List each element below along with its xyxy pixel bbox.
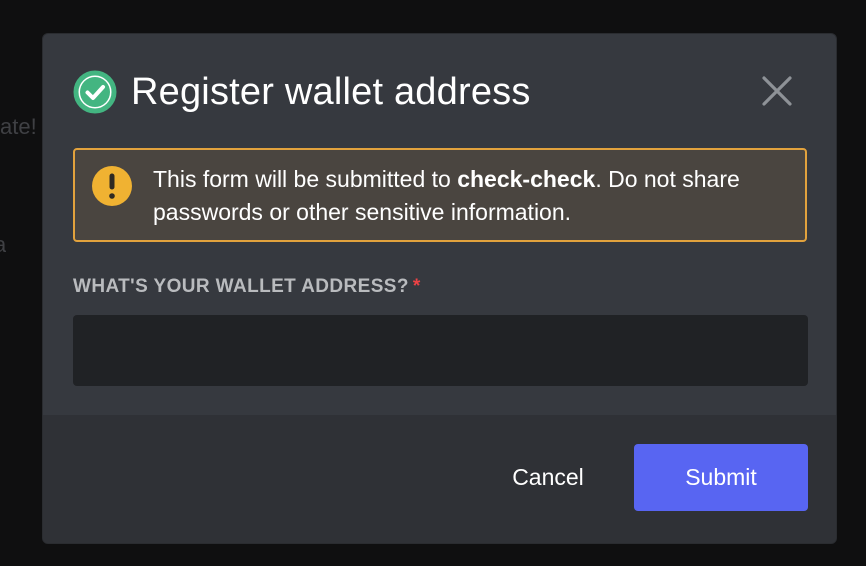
close-icon — [762, 76, 792, 106]
warning-notice: This form will be submitted to check-che… — [73, 148, 807, 242]
app-name: check-check — [457, 166, 596, 192]
wallet-address-input[interactable] — [73, 315, 808, 386]
required-marker: * — [412, 276, 421, 297]
backdrop-text: a — [0, 232, 6, 258]
submit-button[interactable]: Submit — [634, 444, 808, 511]
check-circle-icon — [73, 70, 117, 114]
wallet-address-label: WHAT'S YOUR WALLET ADDRESS? * — [73, 276, 421, 298]
notice-text-before: This form will be submitted to — [153, 166, 458, 192]
notice-message: This form will be submitted to check-che… — [153, 163, 785, 229]
modal-header: Register wallet address — [73, 70, 531, 114]
field-label-text: WHAT'S YOUR WALLET ADDRESS? — [73, 276, 409, 297]
modal-title: Register wallet address — [131, 71, 531, 113]
close-button[interactable] — [760, 74, 794, 108]
backdrop-text: ate! — [0, 114, 37, 139]
register-wallet-modal: Register wallet address This form will b… — [42, 33, 837, 544]
modal-footer: Cancel Submit — [43, 415, 836, 543]
cancel-button[interactable]: Cancel — [491, 444, 605, 510]
warning-icon — [92, 166, 132, 206]
